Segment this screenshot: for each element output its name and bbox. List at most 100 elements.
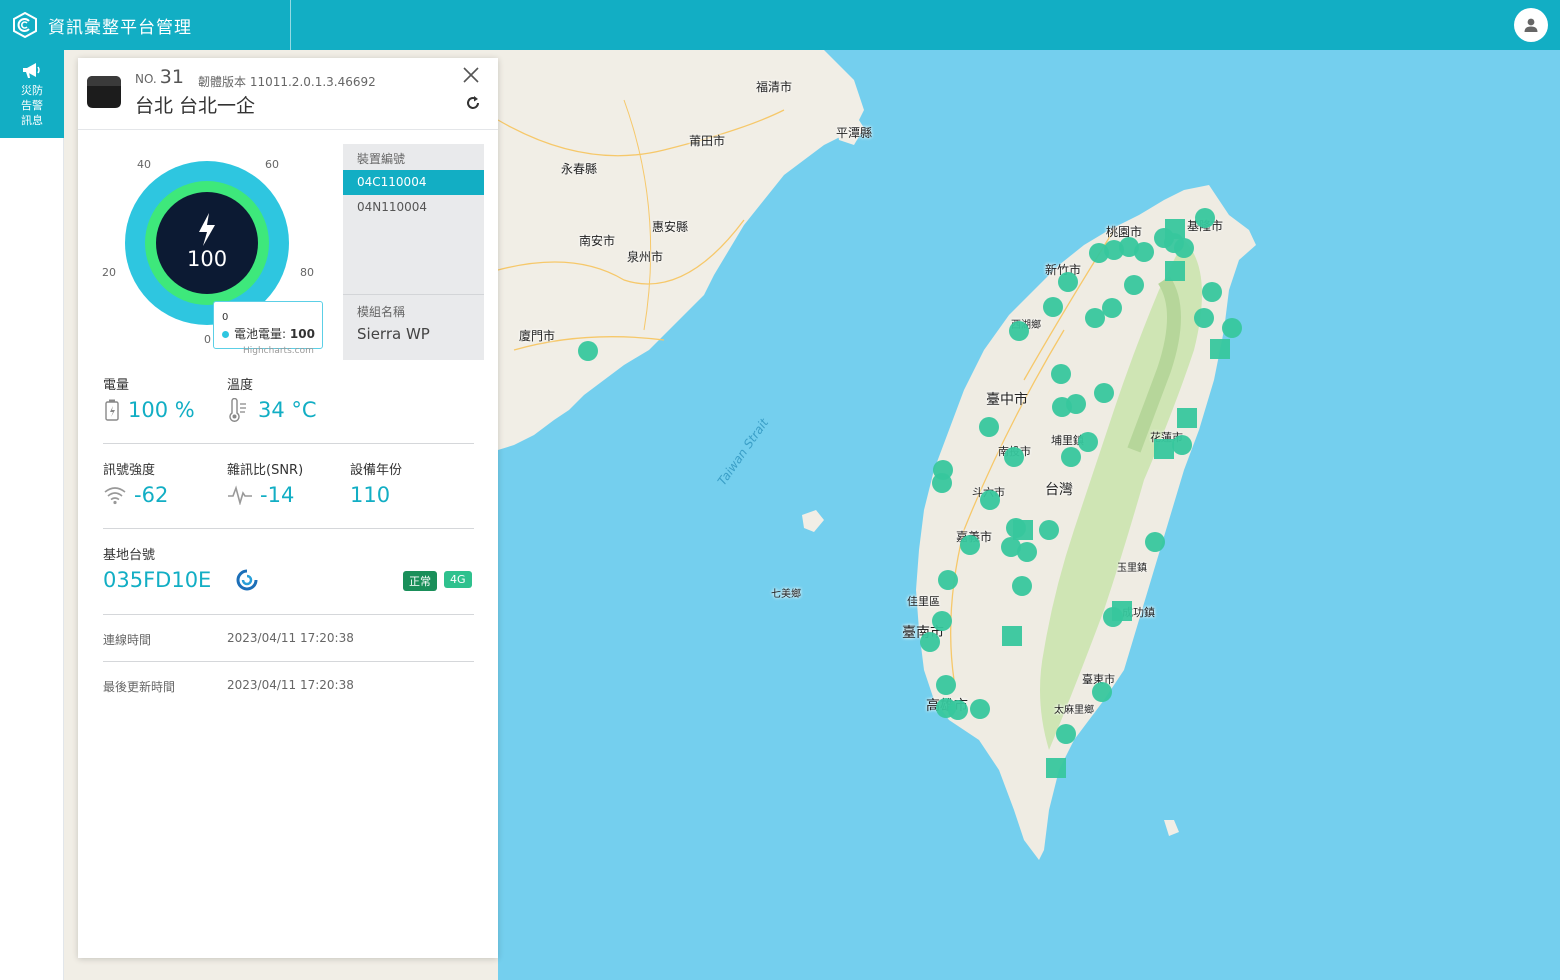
device-id-item[interactable]: 04C110004 (343, 170, 484, 195)
device-marker[interactable] (1089, 243, 1109, 263)
tooltip-line: 電池電量: 100 (222, 325, 315, 342)
year-value: 110 (350, 483, 391, 507)
device-detail-panel: NO. 31 韌體版本 11011.2.0.1.3.46692 台北 台北一企 4… (78, 58, 498, 958)
divider (103, 528, 474, 529)
device-marker[interactable] (1202, 282, 1222, 302)
gauge-tick-label: 40 (137, 158, 151, 171)
device-marker[interactable] (1145, 532, 1165, 552)
device-marker[interactable] (1177, 408, 1197, 428)
user-menu-button[interactable] (1514, 8, 1548, 42)
gauge-tick-label: 20 (102, 266, 116, 279)
device-marker[interactable] (1056, 724, 1076, 744)
device-marker[interactable] (1094, 383, 1114, 403)
device-marker[interactable] (936, 675, 956, 695)
top-bar: 資訊彙整平台管理 (0, 0, 1560, 50)
signal-stat: 訊號強度 -62 (103, 459, 168, 507)
device-marker[interactable] (1194, 308, 1214, 328)
device-marker[interactable] (578, 341, 598, 361)
device-marker[interactable] (1102, 298, 1122, 318)
topbar-divider (290, 0, 291, 50)
temperature-label: 溫度 (227, 378, 254, 393)
divider (103, 614, 474, 615)
carrier-logo-icon (236, 569, 258, 591)
device-marker[interactable] (1002, 626, 1022, 646)
base-station-value: 035FD10E (103, 568, 266, 592)
place-label: 太麻里鄉 (1054, 705, 1094, 716)
network-badge: 4G (444, 571, 472, 588)
device-marker[interactable] (1165, 261, 1185, 281)
signal-value: -62 (103, 483, 168, 507)
gauge-tick-label: 0 (204, 333, 211, 346)
divider (343, 294, 484, 295)
device-marker[interactable] (1043, 297, 1063, 317)
device-marker[interactable] (1017, 542, 1037, 562)
device-marker[interactable] (1174, 238, 1194, 258)
device-marker[interactable] (1058, 272, 1078, 292)
device-marker[interactable] (1013, 520, 1033, 540)
device-marker[interactable] (1092, 682, 1112, 702)
thermometer-icon (229, 398, 246, 422)
device-marker[interactable] (1154, 439, 1174, 459)
device-marker[interactable] (979, 417, 999, 437)
device-marker[interactable] (1009, 321, 1029, 341)
panel-header: NO. 31 韌體版本 11011.2.0.1.3.46692 台北 台北一企 (78, 58, 498, 130)
device-marker[interactable] (1051, 364, 1071, 384)
connect-time-value: 2023/04/11 17:20:38 (227, 631, 354, 645)
temperature-value: 34 °C (227, 398, 317, 422)
battery-label: 電量 (103, 378, 130, 393)
place-label: 七美鄉 (771, 589, 801, 600)
pulse-icon (228, 485, 252, 505)
last-update-label: 最後更新時間 (103, 680, 176, 694)
device-marker[interactable] (920, 632, 940, 652)
close-icon[interactable] (462, 66, 480, 84)
module-value: Sierra WP (357, 325, 430, 343)
megaphone-icon (23, 63, 40, 78)
device-marker[interactable] (970, 699, 990, 719)
snr-stat: 雜訊比(SNR) -14 (227, 459, 303, 507)
divider (103, 661, 474, 662)
device-marker[interactable] (960, 535, 980, 555)
place-label: 臺中市 (986, 392, 1028, 408)
snr-value: -14 (227, 483, 303, 507)
device-marker[interactable] (1134, 242, 1154, 262)
device-marker[interactable] (1124, 275, 1144, 295)
base-station-stat: 基地台號 035FD10E (103, 544, 266, 592)
device-marker[interactable] (1085, 308, 1105, 328)
sidebar-item-disaster-alerts[interactable]: 災防告警訊息 (0, 50, 64, 138)
device-marker[interactable] (980, 490, 1000, 510)
place-label: 佳里區 (907, 595, 940, 608)
device-marker[interactable] (1039, 520, 1059, 540)
device-marker[interactable] (1012, 576, 1032, 596)
tooltip-zero: 0 (222, 312, 229, 323)
device-marker[interactable] (932, 611, 952, 631)
place-label: 福清市 (756, 80, 793, 94)
device-marker[interactable] (1165, 219, 1185, 239)
device-marker[interactable] (1004, 447, 1024, 467)
device-marker[interactable] (948, 700, 968, 720)
device-marker[interactable] (1046, 758, 1066, 778)
module-header: 模組名稱 (357, 305, 406, 319)
device-marker[interactable] (1103, 607, 1123, 627)
device-marker[interactable] (1061, 447, 1081, 467)
device-marker[interactable] (1052, 397, 1072, 417)
refresh-icon[interactable] (465, 95, 481, 111)
site-name: 台北 台北一企 (135, 95, 256, 117)
device-id-list: 裝置編號 04C110004 04N110004 模組名稱 Sierra WP (343, 144, 484, 360)
device-marker[interactable] (1078, 432, 1098, 452)
place-label: 平潭縣 (836, 126, 873, 140)
gauge-tooltip: 0 電池電量: 100 (213, 301, 323, 349)
connect-time-label: 連線時間 (103, 633, 152, 647)
device-marker[interactable] (1210, 339, 1230, 359)
chart-credit[interactable]: Highcharts.com (243, 346, 314, 356)
device-marker[interactable] (932, 473, 952, 493)
device-marker[interactable] (1222, 318, 1242, 338)
place-label: 泉州市 (627, 250, 664, 264)
device-marker[interactable] (1172, 435, 1192, 455)
place-label: 廈門市 (519, 329, 556, 343)
gauge-tick-label: 60 (265, 158, 279, 171)
device-marker[interactable] (1195, 208, 1215, 228)
series-dot (222, 331, 229, 338)
device-marker[interactable] (938, 570, 958, 590)
firmware-version: 韌體版本 11011.2.0.1.3.46692 (198, 75, 376, 89)
device-id-item[interactable]: 04N110004 (343, 195, 484, 220)
